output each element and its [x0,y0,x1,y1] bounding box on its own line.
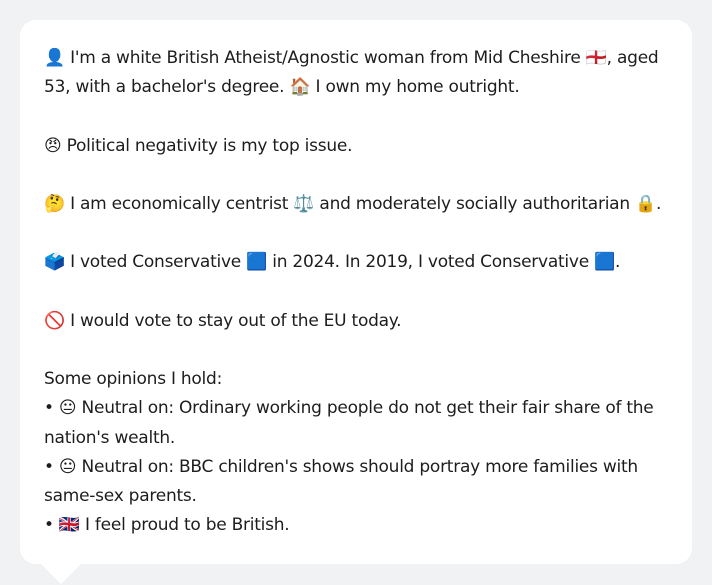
message-bubble: 👤 I'm a white British Atheist/Agnostic w… [20,20,692,564]
message-text: 👤 I'm a white British Atheist/Agnostic w… [44,48,662,536]
bubble-tail [40,563,82,584]
